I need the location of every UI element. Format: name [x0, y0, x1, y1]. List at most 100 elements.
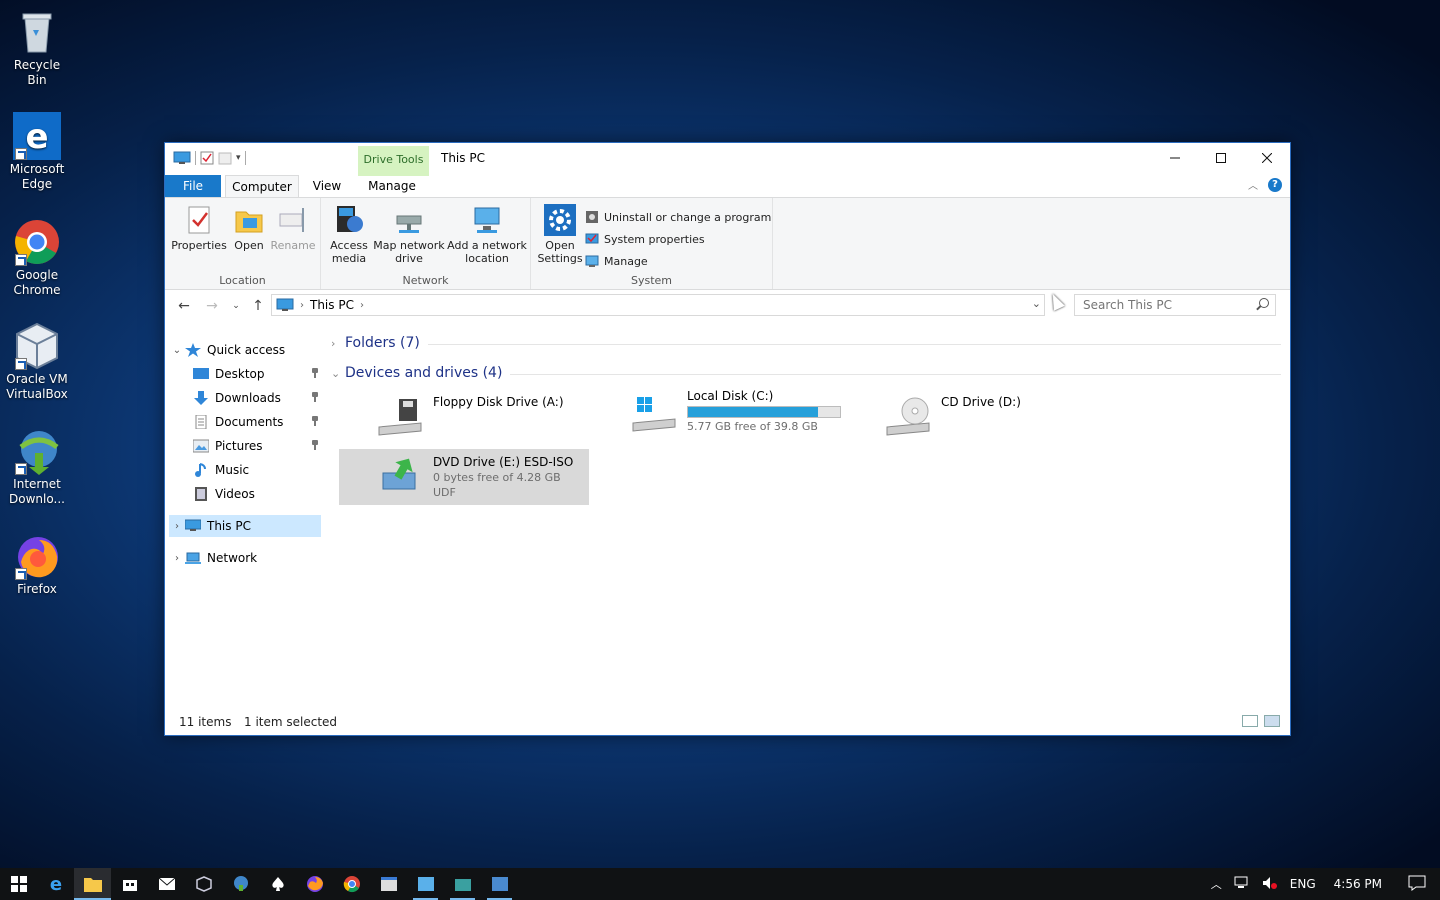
- devices-section-header[interactable]: ⌄ Devices and drives (4): [331, 361, 1281, 385]
- expand-chevron-icon[interactable]: ›: [169, 553, 185, 564]
- taskbar-app-3[interactable]: [481, 868, 518, 900]
- taskbar-chrome[interactable]: [333, 868, 370, 900]
- collapse-chevron-icon[interactable]: ›: [331, 337, 345, 350]
- desktop-icon-virtualbox[interactable]: Oracle VM VirtualBox: [4, 322, 70, 402]
- floppy-drive-icon: [377, 393, 425, 441]
- volume-muted-icon[interactable]: [1256, 876, 1284, 893]
- open-button[interactable]: Open: [229, 204, 269, 252]
- taskbar-app-2[interactable]: [444, 868, 481, 900]
- taskbar-firefox[interactable]: [296, 868, 333, 900]
- details-view-icon[interactable]: [1242, 715, 1258, 727]
- taskbar-mail[interactable]: [148, 868, 185, 900]
- help-icon[interactable]: ?: [1268, 177, 1282, 192]
- taskbar-virtualbox[interactable]: [185, 868, 222, 900]
- drive-dvd-e[interactable]: DVD Drive (E:) ESD-ISO 0 bytes free of 4…: [339, 449, 589, 505]
- taskbar-store[interactable]: [111, 868, 148, 900]
- pin-icon[interactable]: [311, 440, 319, 450]
- open-label: Open: [234, 239, 264, 252]
- pin-icon[interactable]: [311, 368, 319, 378]
- search-box[interactable]: [1074, 294, 1276, 316]
- nav-desktop[interactable]: Desktop: [169, 363, 321, 385]
- taskbar-edge[interactable]: e: [37, 868, 74, 900]
- rename-button[interactable]: Rename: [269, 204, 317, 252]
- clock[interactable]: 4:56 PM: [1322, 877, 1394, 891]
- up-button[interactable]: ↑: [249, 297, 267, 315]
- folders-section-header[interactable]: › Folders (7): [331, 331, 1281, 355]
- nav-music[interactable]: Music: [169, 459, 321, 481]
- nav-documents[interactable]: Documents: [169, 411, 321, 433]
- taskbar-app-1[interactable]: [407, 868, 444, 900]
- input-language[interactable]: ENG: [1284, 877, 1322, 891]
- access-media-button[interactable]: Access media: [327, 204, 371, 265]
- pin-icon[interactable]: [311, 416, 319, 426]
- ribbon-right-controls: ︿ ?: [1248, 177, 1282, 192]
- contextual-tab-label: Drive Tools: [363, 153, 424, 166]
- drive-floppy-a[interactable]: Floppy Disk Drive (A:): [339, 389, 589, 445]
- action-center-icon[interactable]: [1394, 875, 1440, 894]
- expand-chevron-icon[interactable]: ⌄: [331, 367, 345, 380]
- desktop-icon-chrome[interactable]: Google Chrome: [4, 218, 70, 298]
- map-network-drive-button[interactable]: Map network drive: [373, 204, 445, 265]
- breadcrumb-separator-icon[interactable]: ›: [360, 300, 364, 311]
- large-icons-view-icon[interactable]: [1264, 715, 1280, 727]
- drive-cd-d[interactable]: CD Drive (D:): [847, 389, 1097, 445]
- network-status-icon[interactable]: [1228, 876, 1256, 893]
- tab-computer[interactable]: Computer: [225, 175, 299, 198]
- close-button[interactable]: [1244, 143, 1290, 172]
- nav-this-pc[interactable]: › This PC: [169, 515, 321, 537]
- breadcrumb-separator-icon[interactable]: ›: [300, 300, 304, 311]
- taskbar-app-spades[interactable]: [259, 868, 296, 900]
- customize-qat-dropdown-icon[interactable]: ▾: [236, 153, 241, 163]
- maximize-button[interactable]: [1198, 143, 1244, 172]
- taskbar-app-window[interactable]: [370, 868, 407, 900]
- breadcrumb-this-pc[interactable]: This PC: [310, 298, 354, 312]
- properties-button[interactable]: Properties: [171, 204, 227, 252]
- window-app-icon: [491, 877, 508, 891]
- collapse-ribbon-icon[interactable]: ︿: [1248, 177, 1258, 192]
- tab-view[interactable]: View: [307, 175, 347, 197]
- manage-button[interactable]: Manage: [585, 250, 771, 272]
- new-folder-qat-icon[interactable]: [218, 151, 232, 165]
- desktop-icon-recycle-bin[interactable]: Recycle Bin: [4, 8, 70, 88]
- section-divider: [427, 343, 1281, 345]
- tab-file[interactable]: File: [165, 175, 221, 197]
- search-input[interactable]: [1083, 298, 1243, 312]
- desktop-icon-edge[interactable]: e Microsoft Edge: [4, 112, 70, 192]
- show-hidden-icons-button[interactable]: ︿: [1205, 876, 1228, 892]
- properties-icon: [183, 204, 215, 236]
- manage-label: Manage: [604, 254, 648, 268]
- open-settings-button[interactable]: Open Settings: [537, 204, 583, 265]
- settings-gear-icon: [544, 204, 576, 236]
- nav-downloads[interactable]: Downloads: [169, 387, 321, 409]
- nav-videos[interactable]: Videos: [169, 483, 321, 505]
- section-divider: [510, 373, 1281, 375]
- forward-button[interactable]: →: [203, 297, 221, 315]
- start-button[interactable]: [0, 868, 37, 900]
- taskbar-file-explorer[interactable]: [74, 868, 111, 900]
- desktop-icon-firefox[interactable]: Firefox: [4, 532, 70, 597]
- desktop-icon-internet-download-manager[interactable]: Internet Downlo...: [4, 427, 70, 507]
- nav-network[interactable]: › Network: [169, 547, 321, 569]
- nav-pictures[interactable]: Pictures: [169, 435, 321, 457]
- taskbar-internet-download-manager[interactable]: [222, 868, 259, 900]
- tab-manage[interactable]: Manage: [361, 175, 423, 197]
- address-bar[interactable]: › This PC › ⌄: [271, 294, 1045, 316]
- expand-chevron-icon[interactable]: ›: [169, 521, 185, 532]
- pin-icon[interactable]: [311, 392, 319, 402]
- search-icon[interactable]: [1259, 298, 1269, 308]
- minimize-button[interactable]: [1152, 143, 1198, 172]
- desktop-icon-label: Recycle Bin: [13, 58, 61, 87]
- recent-locations-button[interactable]: ⌄: [227, 297, 245, 315]
- back-button[interactable]: ←: [175, 297, 193, 315]
- add-network-location-button[interactable]: Add a network location: [447, 204, 527, 265]
- title-bar[interactable]: ▾ Drive Tools This PC: [165, 143, 1290, 176]
- address-dropdown-icon[interactable]: ⌄: [1032, 297, 1041, 310]
- properties-qat-icon[interactable]: [200, 151, 214, 165]
- nav-quick-access[interactable]: ⌄ Quick access: [169, 339, 321, 361]
- nav-label: Documents: [215, 415, 284, 429]
- videos-icon: [193, 487, 209, 501]
- drive-local-c[interactable]: Local Disk (C:) 5.77 GB free of 39.8 GB: [593, 383, 843, 439]
- system-properties-button[interactable]: System properties: [585, 228, 771, 250]
- uninstall-program-button[interactable]: Uninstall or change a program: [585, 206, 771, 228]
- expand-chevron-icon[interactable]: ⌄: [169, 345, 185, 356]
